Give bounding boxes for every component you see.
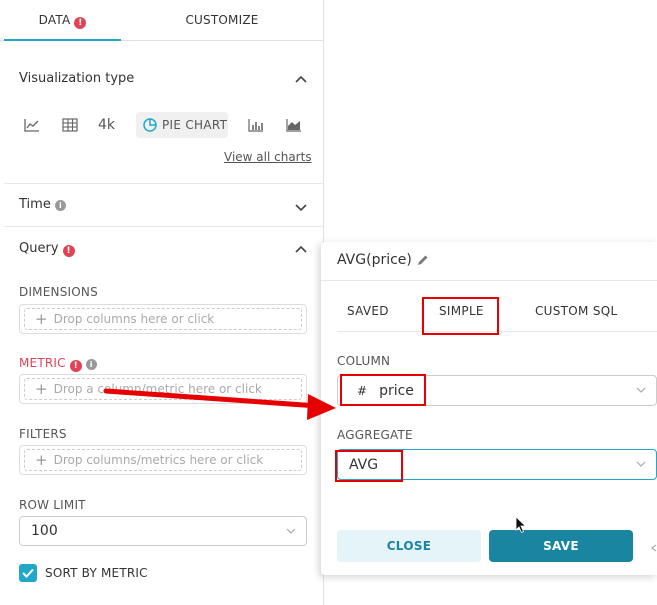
chevron-up-icon[interactable]	[294, 244, 308, 254]
metric-label: METRIC! i	[19, 356, 97, 372]
resize-handle-icon[interactable]	[651, 544, 657, 552]
metric-edit-popover: AVG(price) SAVED SIMPLE CUSTOM SQL COLUM…	[321, 242, 657, 575]
error-icon: !	[62, 245, 75, 257]
area-chart-icon[interactable]	[285, 114, 303, 136]
chevron-down-icon	[636, 387, 646, 393]
viz-type-shortcuts: 4k PIE CHART	[18, 112, 314, 138]
time-section-title[interactable]: Time i	[19, 197, 66, 212]
divider	[321, 280, 657, 281]
dimensions-dropzone[interactable]: + Drop columns here or click	[19, 304, 307, 334]
close-button[interactable]: CLOSE	[337, 530, 481, 562]
control-panel: DATA! CUSTOMIZE Visualization type 4k PI…	[0, 0, 324, 605]
error-icon: !	[69, 360, 82, 372]
info-icon: i	[85, 359, 97, 370]
sort-by-metric-checkbox[interactable]	[19, 564, 37, 582]
tab-data[interactable]: DATA!	[4, 0, 121, 41]
plus-icon: +	[35, 450, 48, 469]
aggregate-label: AGGREGATE	[337, 428, 413, 442]
panel-tabs: DATA! CUSTOMIZE	[0, 0, 323, 41]
big-number-icon[interactable]: 4k	[98, 114, 115, 136]
bar-chart-icon[interactable]	[247, 114, 265, 136]
query-section-title[interactable]: Query!	[19, 241, 75, 257]
save-button[interactable]: SAVE	[489, 530, 633, 562]
tab-custom-sql[interactable]: CUSTOM SQL	[535, 304, 617, 318]
plus-icon: +	[35, 309, 48, 328]
info-icon: i	[54, 200, 66, 211]
divider	[4, 183, 323, 184]
plus-icon: +	[35, 379, 48, 398]
metric-title[interactable]: AVG(price)	[337, 252, 429, 268]
pie-chart-icon	[143, 118, 157, 132]
highlight-box-aggregate	[335, 450, 403, 482]
chevron-down-icon	[636, 461, 646, 467]
highlight-box-column	[340, 374, 426, 406]
dimensions-label: DIMENSIONS	[19, 285, 98, 299]
check-icon	[22, 568, 34, 578]
line-chart-icon[interactable]	[23, 114, 41, 136]
divider	[4, 226, 323, 227]
pie-chart-option[interactable]: PIE CHART	[136, 112, 228, 138]
pencil-icon[interactable]	[417, 254, 429, 266]
highlight-box-simple-tab	[422, 297, 499, 335]
tab-saved[interactable]: SAVED	[347, 304, 389, 318]
table-icon[interactable]	[61, 114, 79, 136]
tab-customize[interactable]: CUSTOMIZE	[121, 0, 323, 41]
row-limit-label: ROW LIMIT	[19, 498, 86, 512]
view-all-charts-link[interactable]: View all charts	[224, 150, 312, 164]
sort-by-metric-label: SORT BY METRIC	[45, 566, 148, 580]
chevron-down-icon	[286, 528, 296, 534]
mouse-cursor-icon	[515, 516, 527, 534]
viz-type-title: Visualization type	[19, 71, 135, 86]
column-label: COLUMN	[337, 354, 391, 368]
error-icon: !	[74, 17, 87, 29]
metric-dropzone[interactable]: + Drop a column/metric here or click	[19, 374, 307, 404]
filters-label: FILTERS	[19, 427, 67, 441]
chevron-up-icon[interactable]	[294, 74, 308, 84]
chevron-down-icon[interactable]	[294, 203, 308, 213]
filters-dropzone[interactable]: + Drop columns/metrics here or click	[19, 445, 307, 475]
row-limit-select[interactable]: 100	[19, 516, 307, 546]
